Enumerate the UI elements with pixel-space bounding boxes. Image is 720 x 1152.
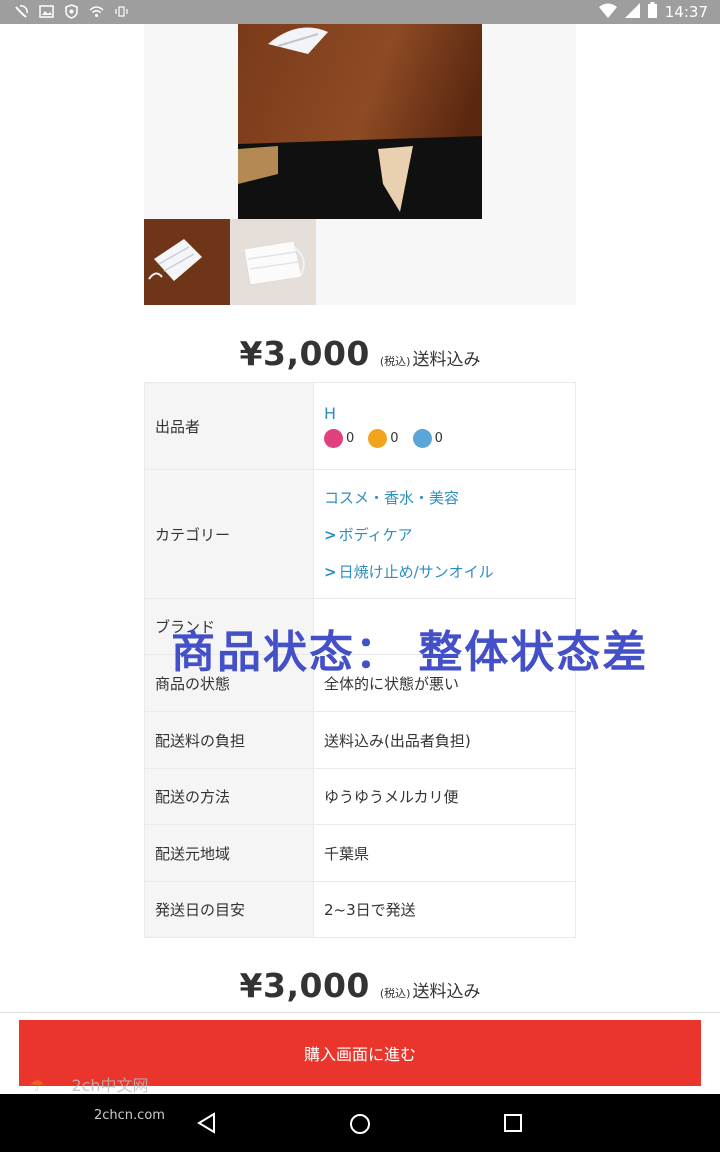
ship-days-value: 2~3日で発送 (313, 881, 576, 938)
row-shipping-fee: 配送料の負担 送料込み(出品者負担) (144, 711, 576, 769)
shipping-label: 送料込み (412, 350, 481, 370)
thumbnail-1[interactable] (144, 219, 230, 305)
watermark-url: 2chcn.com (94, 1108, 165, 1123)
umbrella-mascot-icon: ☂ (30, 1076, 45, 1095)
ship-from-value[interactable]: 千葉県 (313, 824, 576, 882)
price-section-bottom: ¥3,000 (税込) 送料込み (0, 966, 720, 1005)
neutral-face-icon (368, 429, 388, 448)
happy-face-icon (324, 429, 343, 448)
image-icon (39, 4, 54, 19)
overlay-caption: 商品状态： 整体状态差 (171, 627, 649, 678)
category-cell: コスメ・香水・美容 > ボディケア > 日焼け止め/サンオイル (313, 469, 576, 599)
seller-cell: H 0 0 0 (313, 382, 576, 470)
price: ¥3,000 (239, 966, 370, 1005)
rating-normal: 0 (368, 429, 399, 448)
tax-label: (税込) (379, 355, 411, 368)
rating-bad: 0 (412, 429, 443, 448)
back-icon[interactable] (196, 1112, 218, 1138)
category-level1-link[interactable]: コスメ・香水・美容 (324, 487, 575, 508)
seller-label: 出品者 (144, 382, 314, 470)
clock: 14:37 (664, 3, 708, 21)
shipping-fee-value: 送料込み(出品者負担) (313, 711, 576, 769)
home-icon[interactable] (348, 1112, 372, 1140)
shield-icon (64, 4, 79, 19)
photo-gallery (144, 24, 576, 305)
price-section-top: ¥3,000 (税込) 送料込み (0, 334, 720, 373)
row-shipping-method: 配送の方法 ゆうゆうメルカリ便 (144, 768, 576, 825)
chevron-right-icon: > (324, 525, 337, 544)
wifi-alert-icon (89, 4, 104, 19)
shipping-method-value: ゆうゆうメルカリ便 (313, 768, 576, 825)
tax-label: (税込) (379, 987, 411, 1000)
main-product-photo[interactable] (238, 24, 482, 219)
seller-name[interactable]: H (324, 404, 575, 423)
price: ¥3,000 (239, 334, 370, 373)
wifi-calling-icon (14, 4, 29, 19)
ship-from-label: 配送元地域 (144, 824, 314, 882)
rating-good: 0 (324, 429, 354, 448)
sad-face-icon (412, 429, 432, 448)
chevron-right-icon: > (324, 562, 337, 581)
signal-icon (624, 2, 640, 22)
row-seller: 出品者 H 0 0 0 (144, 382, 576, 470)
status-bar: 14:37 (0, 0, 720, 24)
row-category: カテゴリー コスメ・香水・美容 > ボディケア > 日焼け止め/サンオイル (144, 469, 576, 599)
shipping-fee-label: 配送料の負担 (144, 711, 314, 769)
category-label: カテゴリー (144, 469, 314, 599)
category-level3-link[interactable]: > 日焼け止め/サンオイル (324, 561, 575, 582)
category-level2-link[interactable]: > ボディケア (324, 524, 575, 545)
row-ship-from: 配送元地域 千葉県 (144, 824, 576, 882)
thumbnail-2[interactable] (230, 219, 316, 305)
system-nav-bar: 2chcn.com (0, 1094, 720, 1152)
watermark-logo: ☂ 2ch中文网 (30, 1076, 149, 1095)
vibrate-icon (114, 4, 129, 19)
row-ship-days: 発送日の目安 2~3日で発送 (144, 881, 576, 938)
shipping-label: 送料込み (412, 982, 481, 1002)
wifi-icon (598, 3, 617, 22)
battery-icon (647, 2, 657, 22)
recents-icon[interactable] (503, 1113, 523, 1137)
seller-ratings: 0 0 0 (324, 429, 575, 448)
shipping-method-label: 配送の方法 (144, 768, 314, 825)
ship-days-label: 発送日の目安 (144, 881, 314, 938)
